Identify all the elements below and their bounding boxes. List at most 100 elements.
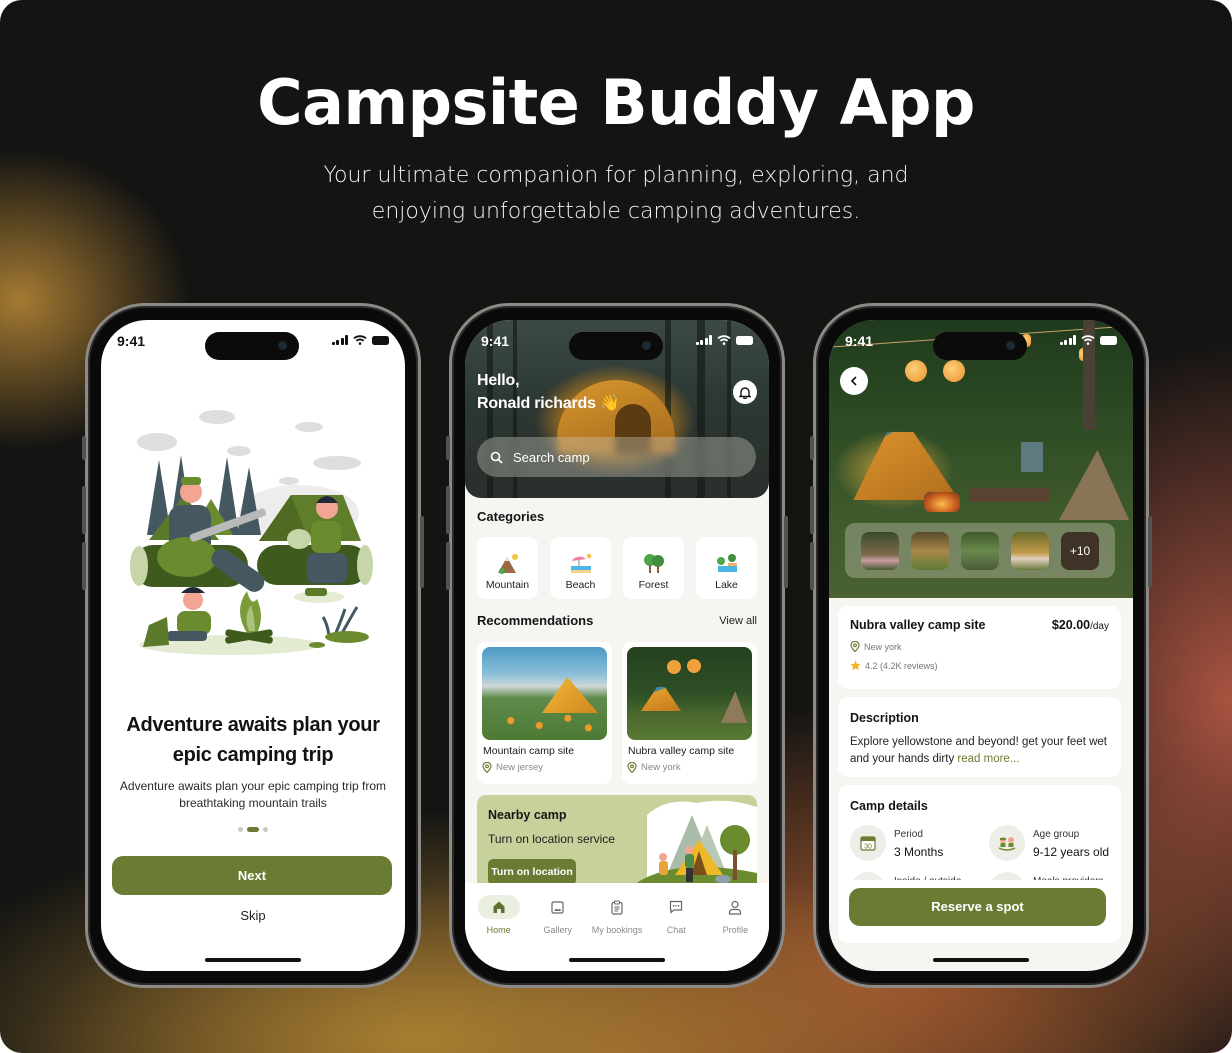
view-all-link[interactable]: View all — [719, 615, 757, 627]
page-dot[interactable] — [263, 827, 268, 832]
gallery-thumbnail[interactable] — [911, 531, 949, 570]
detail-value: 9-12 years old — [1033, 845, 1110, 859]
read-more-link[interactable]: read more... — [957, 753, 1019, 765]
phone-side-button — [810, 436, 814, 460]
home-indicator[interactable] — [205, 958, 301, 962]
onboarding-screen: 9:41 Adventure awaits plan your epic cam… — [101, 320, 405, 971]
camp-photo — [627, 647, 752, 740]
description-heading: Description — [850, 711, 919, 725]
nearby-subtitle: Turn on location service — [488, 832, 615, 846]
recommendation-card[interactable]: Nubra valley camp site New york — [622, 642, 757, 784]
detail-age-group: Age group 9-12 years old — [989, 825, 1109, 861]
search-input[interactable]: Search camp — [477, 437, 756, 477]
description-text: Explore yellowstone and beyond! get your… — [850, 734, 1112, 768]
camp-name: Nubra valley camp site — [628, 745, 735, 757]
camp-name: Nubra valley camp site — [850, 618, 986, 632]
price-unit: /day — [1090, 621, 1109, 632]
category-lake[interactable]: Lake — [696, 537, 757, 599]
tab-label: Profile — [722, 925, 749, 935]
location-text: New york — [641, 762, 681, 773]
category-label: Lake — [715, 579, 738, 591]
battery-icon — [372, 335, 389, 345]
location-text: New jersey — [496, 762, 543, 773]
svg-text:30: 30 — [864, 844, 872, 851]
subtitle-line: enjoying unforgettable camping adventure… — [371, 199, 861, 224]
dynamic-island — [205, 332, 299, 360]
reserve-spot-button[interactable]: Reserve a spot — [849, 888, 1106, 926]
battery-icon — [736, 335, 753, 345]
category-label: Forest — [638, 579, 669, 591]
onboarding-description: Adventure awaits plan your epic camping … — [111, 778, 395, 812]
gallery-thumbnail[interactable] — [961, 531, 999, 570]
phone-side-button — [446, 486, 450, 534]
camp-location: New york — [850, 641, 902, 652]
page-dot[interactable] — [238, 827, 243, 832]
signal-icon — [695, 335, 712, 345]
camp-location: New york — [627, 762, 752, 773]
gallery-thumbnail[interactable] — [1011, 531, 1049, 570]
home-indicator[interactable] — [933, 958, 1029, 962]
category-forest[interactable]: Forest — [623, 537, 684, 599]
lake-icon — [716, 554, 737, 572]
title-line: epic camping trip — [172, 744, 334, 766]
skip-button[interactable]: Skip — [101, 908, 405, 923]
status-time: 9:41 — [845, 333, 874, 349]
turn-on-location-button[interactable]: Turn on location — [488, 859, 576, 885]
phone-side-button — [1148, 516, 1152, 588]
tab-label: Home — [486, 925, 511, 935]
camp-name: Mountain camp site — [483, 745, 575, 757]
category-mountain[interactable]: Mountain — [477, 537, 538, 599]
home-indicator[interactable] — [569, 958, 665, 962]
greeting-username: Ronald richards 👋 — [477, 395, 620, 412]
camping-illustration — [130, 410, 373, 655]
page-dot-active[interactable] — [247, 827, 259, 832]
greeting-hello: Hello, — [477, 372, 520, 389]
rating-text: 4.2 (4.2K reviews) — [865, 660, 938, 671]
notification-button[interactable] — [733, 380, 757, 404]
location-pin-icon — [627, 762, 637, 773]
description-card: Description Explore yellowstone and beyo… — [838, 697, 1121, 777]
nearby-title: Nearby camp — [488, 808, 567, 822]
clipboard-icon — [611, 900, 623, 915]
tab-label: Chat — [666, 925, 686, 935]
categories-heading: Categories — [477, 509, 545, 524]
location-pin-icon — [482, 762, 492, 773]
next-button[interactable]: Next — [112, 856, 392, 895]
star-icon — [850, 660, 861, 671]
camp-location: New jersey — [482, 762, 607, 773]
camp-summary-card: Nubra valley camp site $20.00/day New yo… — [838, 606, 1121, 689]
phone-side-button — [810, 542, 814, 590]
category-beach[interactable]: Beach — [550, 537, 611, 599]
recommendation-card[interactable]: Mountain camp site New jersey — [477, 642, 612, 784]
page-title: Campsite Buddy App — [257, 66, 975, 139]
subtitle-line: Your ultimate companion for planning, ex… — [323, 163, 909, 188]
phone-side-button — [810, 486, 814, 534]
forest-icon — [643, 554, 664, 573]
tab-profile[interactable]: Profile — [706, 895, 765, 971]
description-line: Adventure awaits plan your epic camping … — [119, 779, 387, 793]
status-time: 9:41 — [117, 333, 146, 349]
search-placeholder: Search camp — [513, 449, 590, 465]
camp-price: $20.00/day — [1052, 618, 1109, 632]
back-button[interactable] — [840, 367, 868, 395]
gallery-thumbnail[interactable] — [861, 531, 899, 570]
battery-icon — [1100, 335, 1117, 345]
camp-details-heading: Camp details — [850, 799, 928, 813]
phone-side-button — [82, 542, 86, 590]
tab-home[interactable]: Home — [469, 895, 528, 971]
categories-list: Mountain Beach Forest Lake — [477, 537, 758, 599]
camp-photo — [482, 647, 607, 740]
gallery-more-button[interactable]: +10 — [1061, 531, 1099, 570]
page-indicator — [101, 827, 405, 832]
photo-gallery-strip: +10 — [845, 523, 1115, 578]
wifi-icon — [717, 335, 731, 345]
category-label: Mountain — [485, 579, 530, 591]
greeting: Hello, Ronald richards 👋 — [477, 369, 620, 415]
dynamic-island — [569, 332, 663, 360]
phone-side-button — [420, 516, 424, 588]
detail-value: 3 Months — [894, 845, 944, 859]
gallery-icon — [551, 900, 564, 914]
phone-side-button — [446, 436, 450, 460]
search-icon — [490, 451, 503, 464]
onboarding-title: Adventure awaits plan your epic camping … — [101, 710, 405, 770]
